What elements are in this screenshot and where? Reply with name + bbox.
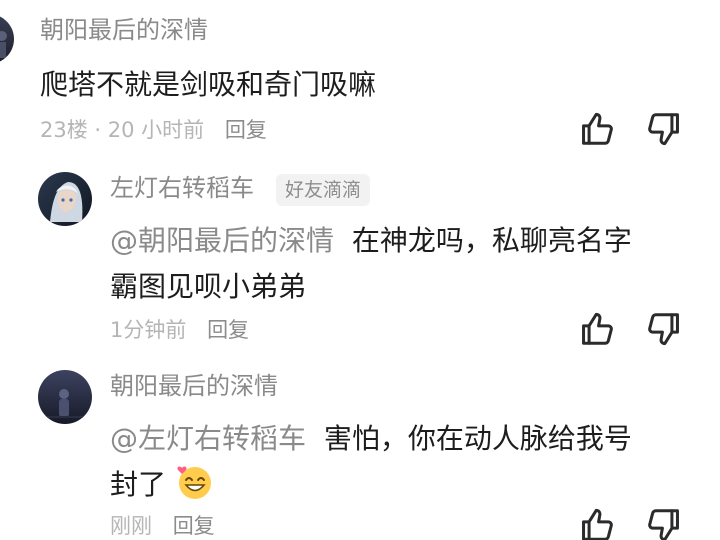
thumbs-down-icon [648, 113, 679, 146]
reply-item: 左灯右转稻车 好友滴滴 @朝阳最后的深情 在神龙吗，私聊亮名字 霸图见呗小弟弟 … [0, 160, 720, 350]
comment-text-line2: 封了 [110, 468, 167, 501]
comment-meta: 23楼 · 20 小时前 回复 [40, 115, 267, 145]
comment-text: 爬塔不就是剑吸和奇门吸嘛 [40, 68, 377, 101]
thumbs-up-icon [582, 508, 613, 540]
friend-badge: 好友滴滴 [276, 174, 371, 206]
floor-number: 23楼 [40, 118, 88, 142]
dislike-button[interactable] [645, 506, 683, 540]
mention-link[interactable]: @朝阳最后的深情 [110, 224, 334, 257]
comment-item: 朝阳最后的深情 爬塔不就是剑吸和奇门吸嘛 23楼 · 20 小时前 回复 [0, 0, 720, 160]
comment-text-line2-row: 封了 [110, 462, 215, 508]
comment-thread: 朝阳最后的深情 爬塔不就是剑吸和奇门吸嘛 23楼 · 20 小时前 回复 左灯右… [0, 0, 720, 540]
comment-username[interactable]: 朝阳最后的深情 [40, 14, 208, 46]
comment-text-line2: 霸图见呗小弟弟 [110, 270, 307, 303]
thumbs-down-icon [648, 509, 679, 540]
dislike-button[interactable] [645, 310, 683, 348]
comment-time: 刚刚 [110, 514, 152, 538]
reply-button[interactable]: 回复 [207, 318, 249, 342]
comment-username[interactable]: 朝阳最后的深情 [110, 370, 278, 402]
like-button[interactable] [578, 110, 616, 148]
comment-text: @左灯右转稻车 害怕，你在动人脉给我号 [110, 416, 632, 462]
grinning-heart-emoji-icon [177, 466, 211, 499]
comment-text: @朝阳最后的深情 在神龙吗，私聊亮名字 [110, 218, 632, 264]
avatar[interactable] [38, 172, 92, 226]
dislike-button[interactable] [645, 110, 683, 148]
avatar[interactable] [38, 370, 92, 424]
mention-link[interactable]: @左灯右转稻车 [110, 422, 306, 455]
reply-button[interactable]: 回复 [173, 514, 215, 538]
comment-text-line1: 害怕，你在动人脉给我号 [323, 422, 632, 455]
avatar[interactable] [0, 14, 14, 64]
meta-separator: · [87, 118, 108, 142]
comment-time: 20 小时前 [107, 118, 205, 142]
comment-meta: 1分钟前 回复 [110, 315, 249, 345]
thumbs-up-icon [582, 312, 613, 345]
comment-time: 1分钟前 [110, 318, 187, 342]
like-button[interactable] [578, 310, 616, 348]
reply-item: 朝阳最后的深情 @左灯右转稻车 害怕，你在动人脉给我号 封了 刚刚 回复 [0, 358, 720, 540]
comment-username[interactable]: 左灯右转稻车 [110, 172, 254, 204]
thumbs-up-icon [582, 112, 613, 145]
comment-meta: 刚刚 回复 [110, 511, 215, 540]
reply-button[interactable]: 回复 [225, 118, 267, 142]
thumbs-down-icon [648, 313, 679, 346]
like-button[interactable] [578, 506, 616, 540]
comment-text-line1: 在神龙吗，私聊亮名字 [351, 224, 632, 257]
